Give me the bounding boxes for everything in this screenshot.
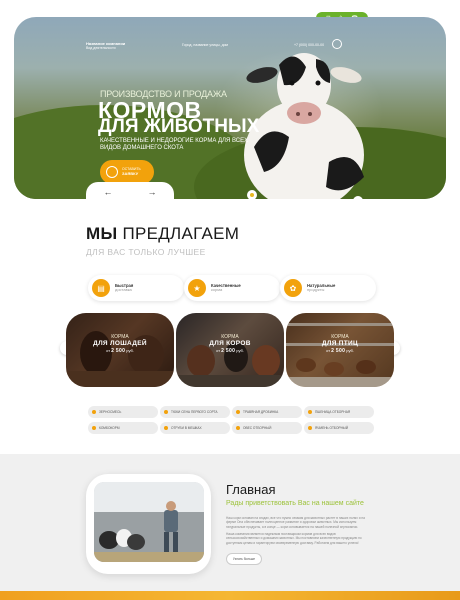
footer-bar (0, 591, 460, 600)
main-text: Наш корм основан на ягодах, все что нужн… (226, 516, 365, 545)
callback-circle-icon[interactable] (332, 39, 342, 49)
truck-icon: ▤ (92, 279, 110, 297)
section-title: МЫ ПРЕДЛАГАЕМ (86, 224, 240, 243)
feature-delivery: ▤ Быстрая доставка (88, 275, 184, 301)
product-tag[interactable]: ОТРУБИ В МЕШКАХ (160, 422, 230, 434)
product-card-birds[interactable]: КОРМА ДЛЯ ПТИЦ от 2 500 руб. (286, 313, 394, 387)
product-tag[interactable]: ЗЕРНОСМЕСЬ (88, 406, 158, 418)
learn-more-button[interactable]: Узнать больше (226, 553, 262, 565)
section-subtitle: ДЛЯ ВАС ТОЛЬКО ЛУЧШЕЕ (86, 247, 206, 257)
slider-nav: ← → (86, 182, 174, 199)
product-tag[interactable]: ТРАВЯНАЯ ДРОБИНКА (232, 406, 302, 418)
dot-icon (308, 426, 312, 430)
main-subtitle: Рады приветствовать Вас на нашем сайте (226, 500, 364, 507)
envelope-icon (106, 166, 118, 178)
product-tag[interactable]: ТЮКИ СЕНА ПЕРВОГО СОРТА (160, 406, 230, 418)
arrow-right-icon[interactable]: → (148, 187, 157, 197)
product-tag[interactable]: ОВЕС ОТБОРНЫЙ (232, 422, 302, 434)
feature-natural: ✿ Натуральные продукты (280, 275, 376, 301)
brand[interactable]: Название компании Вид деятельности (86, 41, 125, 50)
product-tag[interactable]: ПШЕНИЦА ОТБОРНАЯ (304, 406, 374, 418)
farm-photo (94, 482, 204, 562)
dot-icon (164, 410, 168, 414)
dot-icon (236, 426, 240, 430)
dot-icon (236, 410, 240, 414)
medal-icon: ★ (188, 279, 206, 297)
card-label: КОРМА ДЛЯ ПТИЦ от 2 500 руб. (321, 334, 359, 354)
barn-image (94, 482, 204, 562)
hero-banner: Название компании Вид деятельности Город… (14, 17, 446, 199)
product-tag[interactable]: ЯЧМЕНЬ ОТБОРНЫЙ (304, 422, 374, 434)
wheat-icon: ✿ (284, 279, 302, 297)
product-tag[interactable]: КОМБОКОРМ (88, 422, 158, 434)
product-card-cows[interactable]: КОРМА ДЛЯ КОРОВ от 2 500 руб. (176, 313, 284, 387)
card-label: КОРМА ДЛЯ ЛОШАДЕЙ от 2 500 руб. (93, 334, 147, 354)
dot-icon (164, 426, 168, 430)
dot-icon (308, 410, 312, 414)
product-card-horses[interactable]: КОРМА ДЛЯ ЛОШАДЕЙ от 2 500 руб. (66, 313, 174, 387)
feature-quality: ★ Качественные корма (184, 275, 280, 301)
dot-icon (92, 426, 96, 430)
phone-text[interactable]: +7 (000) 000-00-00 (294, 43, 324, 47)
request-button[interactable]: ОСТАВИТЬ ЗАЯВКУ (100, 160, 154, 184)
dot-icon (92, 410, 96, 414)
hero-subtitle: КАЧЕСТВЕННЫЕ И НЕДОРОГИЕ КОРМА ДЛЯ ВСЕХ … (100, 138, 249, 151)
main-title: Главная (226, 482, 276, 497)
hero-title-line-2: ДЛЯ ЖИВОТНЫХ (98, 116, 260, 137)
address-text: Город, название улицы, дом (182, 43, 228, 47)
request-button-label: ОСТАВИТЬ ЗАЯВКУ (122, 166, 141, 176)
arrow-left-icon[interactable]: ← (104, 187, 113, 197)
card-label: КОРМА ДЛЯ КОРОВ от 2 500 руб. (209, 334, 251, 354)
